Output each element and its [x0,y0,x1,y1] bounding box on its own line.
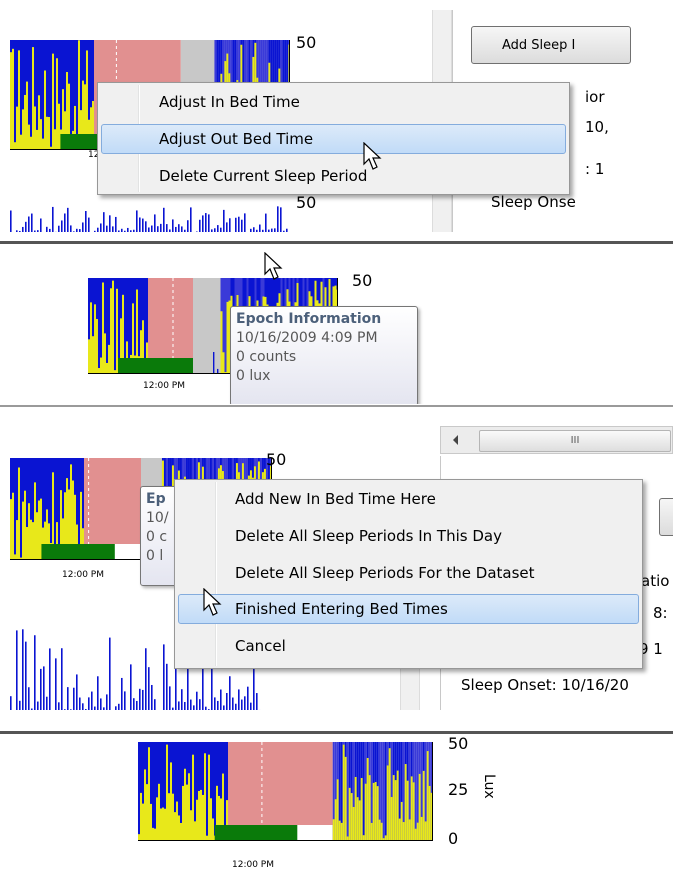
time-label: 12:00 PM [232,860,274,870]
section-divider [0,241,673,244]
activity-chart[interactable] [138,742,433,841]
activity-chart-lower-svg [10,203,290,232]
mouse-cursor-icon [203,588,222,616]
info-text: 10, [585,118,609,136]
menu-item-adjust-in-bed-time[interactable]: Adjust In Bed Time [101,87,566,117]
mouse-cursor-icon [363,142,382,170]
activity-chart-svg [138,742,433,841]
section-divider [0,405,673,407]
section-divider [0,731,673,734]
y-tick: 50 [352,271,373,290]
y-axis-label: Lux [481,774,497,799]
menu-item-finished-entering-bed-times[interactable]: Finished Entering Bed Times [178,594,639,624]
menu-item-add-new-in-bed-time[interactable]: Add New In Bed Time Here [178,484,639,514]
info-text: : 1 [585,160,605,178]
time-label: 12:00 PM [143,381,185,391]
y-tick: 50 [296,33,317,52]
add-sleep-button[interactable] [659,498,673,536]
panel-epoch-info: 50 12:00 PM Epoch Information 10/16/2009… [0,246,673,404]
y-tick: 50 [266,450,287,469]
panel-final-chart: 50 25 0 Lux 12:00 PM [0,736,673,880]
epoch-info-tooltip: Epoch Information 10/16/2009 4:09 PM 0 c… [230,306,418,404]
panel-bed-time-menu: III 50 12:00 PM Ep 10/ 0 c 0 l 25 x atio… [0,408,673,710]
activity-chart-lower[interactable] [10,203,290,232]
tooltip-datetime: 10/16/2009 4:09 PM [236,330,378,346]
context-menu: Add New In Bed Time Here Delete All Slee… [174,479,643,669]
info-text: 8: [653,604,668,622]
menu-item-delete-all-sleep-periods-day[interactable]: Delete All Sleep Periods In This Day [178,521,639,551]
context-menu: Adjust In Bed Time Adjust Out Bed Time D… [97,82,570,195]
y-tick: 0 [448,829,459,848]
sleep-onset-label: Sleep Onse [491,193,576,211]
y-tick: 50 [296,193,317,212]
scroll-left-arrow-icon[interactable] [449,433,463,447]
y-tick: 25 [448,780,469,799]
tooltip-title: Epoch Information [236,311,382,327]
panel-adjust-bed-time: 50 12:0 50 Add Sleep I ior 10, : 1 Sleep… [0,0,673,232]
tooltip-counts: 0 counts [236,349,297,365]
time-label: 12:00 PM [62,570,104,580]
sleep-onset-label: Sleep Onset: 10/16/20 [461,676,629,694]
y-tick: 50 [448,736,469,753]
tooltip-lux: 0 lux [236,368,271,384]
info-text: atio [641,572,670,590]
info-text: ior [585,88,605,106]
menu-item-delete-all-sleep-periods-dataset[interactable]: Delete All Sleep Periods For the Dataset [178,558,639,588]
menu-item-cancel[interactable]: Cancel [178,631,639,661]
scroll-thumb[interactable]: III [479,430,671,452]
menu-item-adjust-out-bed-time[interactable]: Adjust Out Bed Time [101,124,566,154]
menu-item-delete-current-sleep-period[interactable]: Delete Current Sleep Period [101,161,566,191]
horizontal-scrollbar[interactable]: III [440,426,673,454]
mouse-cursor-icon [264,252,283,280]
add-sleep-button[interactable]: Add Sleep I [471,26,631,64]
